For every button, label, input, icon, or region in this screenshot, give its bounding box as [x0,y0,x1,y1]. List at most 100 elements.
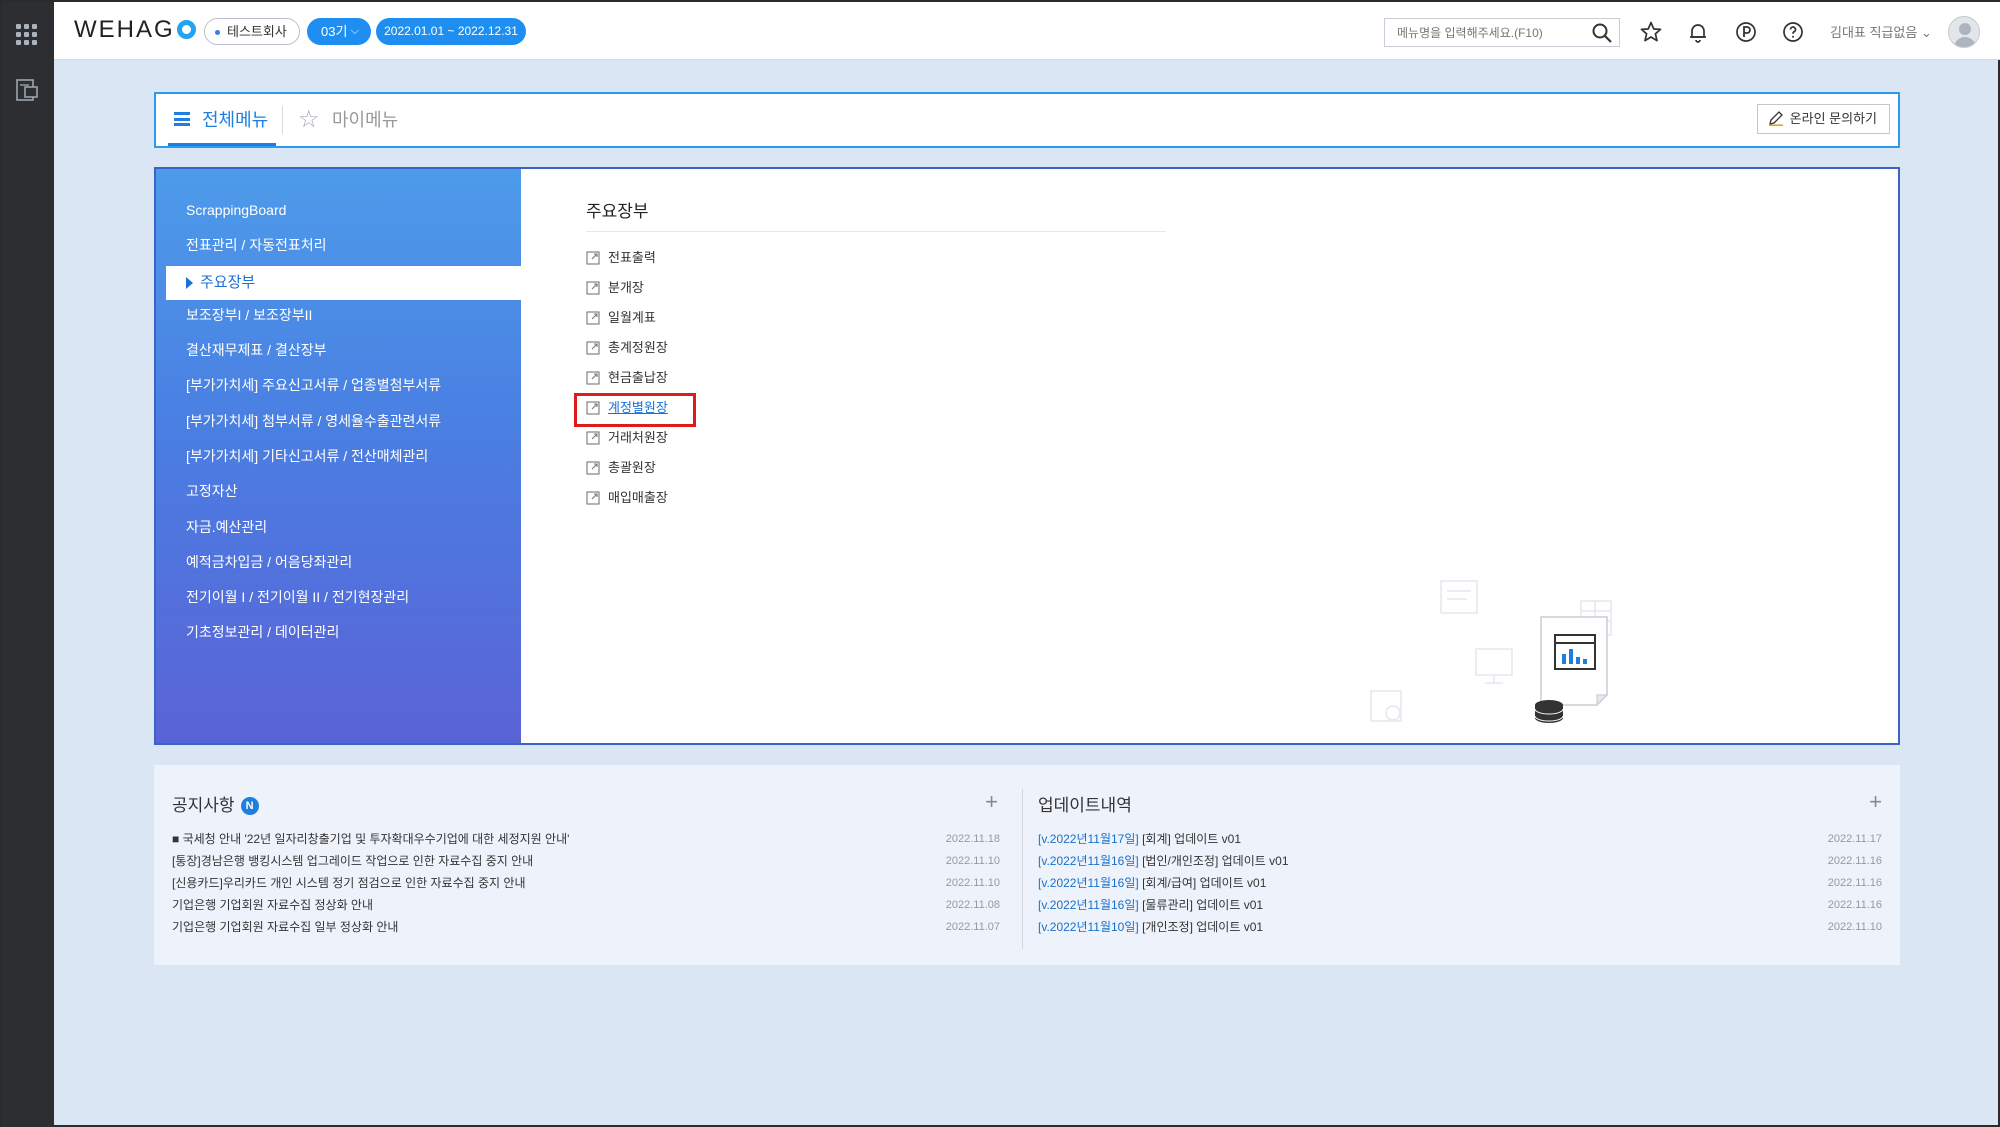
link-daily-monthly[interactable]: 일월계표 [586,306,656,330]
external-link-icon [586,371,600,385]
search-icon[interactable] [1591,22,1613,44]
avatar[interactable] [1948,16,1980,48]
period-selector[interactable]: 03기 ⌵ [307,18,371,45]
help-icon[interactable] [1781,20,1805,44]
notice-row[interactable]: [신용카드]우리카드 개인 시스템 정기 점검으로 인한 자료수집 중지 안내 [172,873,526,893]
update-row[interactable]: [v.2022년11월17일] [회계] 업데이트 v01 [1038,829,1241,849]
search-input[interactable] [1385,19,1575,46]
update-text: [개인조정] 업데이트 v01 [1138,920,1264,934]
sidebar-item-sub-ledger[interactable]: 보조장부I / 보조장부II [186,300,312,330]
document-icon[interactable] [15,78,41,102]
app-grid-icon[interactable] [16,24,38,46]
link-label: 일월계표 [608,310,656,325]
external-link-icon [586,311,600,325]
external-link-icon [586,491,600,505]
date-range[interactable]: 2022.01.01 ~ 2022.12.31 [376,18,526,45]
notice-date: 2022.11.08 [945,899,1000,911]
link-journal[interactable]: 분개장 [586,276,644,300]
news-divider [1022,789,1023,949]
period-label: 03기 [321,24,348,39]
section-title: 주요장부 [586,202,649,221]
hamburger-icon [174,112,190,126]
tab-divider [282,106,283,134]
sidebar-item-vat-attach[interactable]: [부가가치세] 첨부서류 / 영세율수출관련서류 [186,406,441,436]
top-bar: WEHAG 테스트회사 03기 ⌵ 2022.01.01 ~ 2022.12.31 [54,2,2000,60]
link-cash-book[interactable]: 현금출납장 [586,366,668,390]
tab-all-menu[interactable]: 전체메뉴 [168,94,276,146]
external-link-icon [586,341,600,355]
chevron-down-icon: ⌵ [350,25,359,37]
tab-my-label: 마이메뉴 [332,110,399,130]
link-general-ledger[interactable]: 총계정원장 [586,336,668,360]
update-more-plus-icon[interactable]: + [1869,789,1882,815]
update-row[interactable]: [v.2022년11월16일] [회계/급여] 업데이트 v01 [1038,873,1266,893]
notice-more-plus-icon[interactable]: + [985,789,998,815]
star-icon[interactable] [1639,20,1663,44]
link-label: 현금출납장 [608,370,668,385]
sidebar-item-voucher[interactable]: 전표관리 / 자동전표처리 [186,230,326,260]
online-inquiry-button[interactable]: 온라인 문의하기 [1756,104,1890,134]
link-customer-ledger[interactable]: 거래처원장 [586,426,668,450]
update-version: [v.2022년11월16일] [1038,876,1139,890]
update-text: [회계] 업데이트 v01 [1138,832,1241,846]
sidebar-item-scrappingboard[interactable]: ScrappingBoard [186,195,286,225]
sidebar-item-fixed-assets[interactable]: 고정자산 [186,476,238,506]
link-summary-ledger[interactable]: 총괄원장 [586,456,656,480]
update-date: 2022.11.10 [1827,921,1882,933]
section-divider [586,231,1166,232]
update-row[interactable]: [v.2022년11월16일] [법인/개인조정] 업데이트 v01 [1038,851,1289,871]
notice-date: 2022.11.10 [945,855,1000,867]
sidebar-item-base-info[interactable]: 기초정보관리 / 데이터관리 [186,617,339,647]
external-link-icon [586,461,600,475]
notice-date: 2022.11.07 [945,921,1000,933]
external-link-icon [586,431,600,445]
highlight-box [574,393,696,427]
notice-title: 공지사항 N [172,791,259,816]
sidebar-item-closing[interactable]: 결산재무제표 / 결산장부 [186,335,326,365]
pencil-icon [1768,111,1783,126]
sidebar-item-deposits[interactable]: 예적금차입금 / 어음당좌관리 [186,547,352,577]
update-version: [v.2022년11월10일] [1038,920,1139,934]
update-date: 2022.11.16 [1827,899,1882,911]
link-label: 총계정원장 [608,340,668,355]
left-rail [2,2,54,1127]
notice-row[interactable]: [통장]경남은행 뱅킹시스템 업그레이드 작업으로 인한 자료수집 중지 안내 [172,851,533,871]
app-frame: WEHAG 테스트회사 03기 ⌵ 2022.01.01 ~ 2022.12.31 [0,0,2000,1127]
tab-all-label: 전체메뉴 [202,110,269,130]
tab-my-menu[interactable]: ☆ 마이메뉴 [298,94,398,146]
point-icon[interactable] [1734,20,1758,44]
update-text: [물류관리] 업데이트 v01 [1138,898,1264,912]
update-version: [v.2022년11월16일] [1038,898,1139,912]
sidebar-item-budget[interactable]: 자금.예산관리 [186,512,267,542]
sidebar-item-vat-other[interactable]: [부가가치세] 기타신고서류 / 전산매체관리 [186,441,428,471]
link-label: 매입매출장 [608,490,668,505]
update-row[interactable]: [v.2022년11월16일] [물류관리] 업데이트 v01 [1038,895,1263,915]
notice-section: 공지사항 N + ■ 국세청 안내 '22년 일자리창출기업 및 투자확대우수기업… [154,765,1022,965]
update-version: [v.2022년11월17일] [1038,832,1139,846]
bell-icon[interactable] [1686,20,1710,44]
user-name[interactable]: 김대표 직급없음 ⌄ [1830,22,1932,41]
link-sales-purchase[interactable]: 매입매출장 [586,486,668,510]
category-sidebar: ScrappingBoard 전표관리 / 자동전표처리 주요장부 보조장부I … [156,169,521,743]
notice-row[interactable]: ■ 국세청 안내 '22년 일자리창출기업 및 투자확대우수기업에 대한 세정지… [172,829,569,849]
inquiry-label: 온라인 문의하기 [1789,111,1877,126]
sidebar-item-carryover[interactable]: 전기이월 I / 전기이월 II / 전기현장관리 [186,582,409,612]
notice-title-label: 공지사항 [172,796,235,815]
wehago-logo[interactable]: WEHAG [74,16,196,44]
ledger-illustration-icon [1370,580,1612,723]
update-row[interactable]: [v.2022년11월10일] [개인조정] 업데이트 v01 [1038,917,1263,937]
update-text: [회계/급여] 업데이트 v01 [1138,876,1267,890]
company-selector[interactable]: 테스트회사 [204,18,300,45]
sidebar-item-vat-main[interactable]: [부가가치세] 주요신고서류 / 업종별첨부서류 [186,370,441,400]
sidebar-item-main-ledger[interactable]: 주요장부 [166,266,521,300]
external-link-icon [586,281,600,295]
notice-row[interactable]: 기업은행 기업회원 자료수집 일부 정상화 안내 [172,917,398,937]
link-label: 거래처원장 [608,430,668,445]
update-version: [v.2022년11월16일] [1038,854,1139,868]
external-link-icon [586,251,600,265]
link-label: 분개장 [608,280,644,295]
notice-date: 2022.11.18 [945,833,1000,845]
notice-row[interactable]: 기업은행 기업회원 자료수집 정상화 안내 [172,895,373,915]
link-voucher-print[interactable]: 전표출력 [586,246,656,270]
menu-tabs: 전체메뉴 ☆ 마이메뉴 온라인 문의하기 [154,92,1900,148]
